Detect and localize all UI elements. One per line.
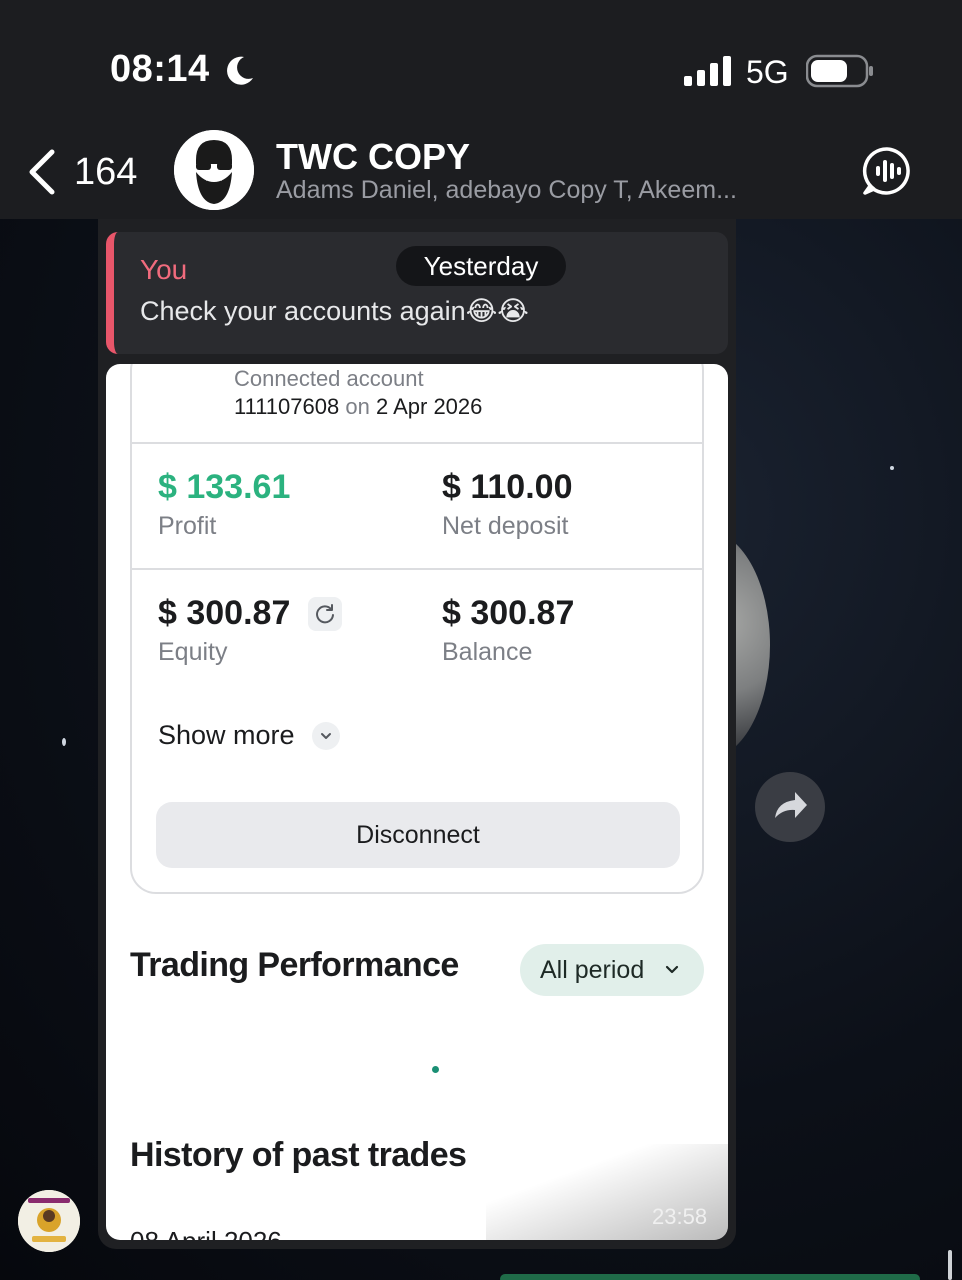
history-date: 08 April 2026: [130, 1226, 282, 1240]
network-type: 5G: [746, 54, 789, 90]
account-number: 111107608: [234, 394, 340, 419]
disconnect-button: Disconnect: [156, 802, 680, 868]
bearded-man-icon: [174, 130, 254, 210]
message-timestamp: 23:58: [652, 1204, 708, 1229]
battery-icon: [806, 54, 873, 88]
net-deposit-label: Net deposit: [442, 512, 569, 540]
chat-title[interactable]: TWC COPY: [276, 136, 470, 178]
group-avatar[interactable]: [174, 130, 254, 210]
equity-label: Equity: [158, 638, 228, 666]
date-pill: Yesterday: [396, 246, 566, 286]
period-label: All period: [540, 956, 645, 984]
chat-members[interactable]: Adams Daniel, adebayo Copy T, Akeem...: [276, 176, 796, 205]
show-more-label: Show more: [158, 720, 295, 750]
scroll-indicator[interactable]: [948, 1250, 952, 1280]
balance-value: $ 300.87: [442, 594, 575, 632]
equity-value: $ 300.87: [158, 594, 291, 632]
balance-label: Balance: [442, 638, 533, 666]
sender-avatar-image: [18, 1190, 80, 1252]
chat-header: 08:14 5G 164 TWC COPY Adams Daniel, adeb…: [0, 0, 962, 219]
back-button[interactable]: 164: [24, 140, 144, 204]
performance-title: Trading Performance: [130, 946, 459, 984]
history-title: History of past trades: [130, 1136, 467, 1174]
net-deposit-value: $ 110.00: [442, 468, 573, 506]
next-message-bubble[interactable]: [500, 1274, 920, 1280]
signal-icon: [684, 56, 731, 86]
forward-button[interactable]: [755, 772, 825, 842]
screenshot-image[interactable]: Connected account 111107608 on 2 Apr 202…: [106, 364, 728, 1240]
moon-icon: [227, 56, 253, 85]
on-word: on: [345, 394, 370, 419]
loading-spinner: [432, 1066, 439, 1073]
connected-account: 111107608 on 2 Apr 2026: [234, 394, 482, 420]
profit-label: Profit: [158, 512, 217, 540]
unread-count: 164: [74, 150, 138, 193]
connected-label: Connected account: [234, 366, 424, 391]
divider: [132, 568, 704, 570]
reply-author: You: [140, 254, 188, 285]
background-star: [62, 738, 66, 746]
reply-text: Check your accounts again😂😭: [140, 296, 529, 326]
chevron-down-icon: [312, 722, 340, 750]
sender-avatar[interactable]: [18, 1190, 80, 1252]
status-time: 08:14: [110, 48, 210, 90]
voice-chat-icon[interactable]: [862, 146, 912, 196]
share-arrow-icon: [775, 792, 807, 818]
background-star: [890, 466, 894, 470]
chevron-down-icon: [665, 965, 679, 974]
period-select: All period: [520, 944, 704, 996]
connected-date: 2 Apr 2026: [375, 394, 483, 419]
profit-value: $ 133.61: [158, 468, 291, 506]
refresh-icon: [308, 597, 342, 631]
divider: [132, 442, 704, 444]
back-chevron-icon: [29, 149, 55, 195]
